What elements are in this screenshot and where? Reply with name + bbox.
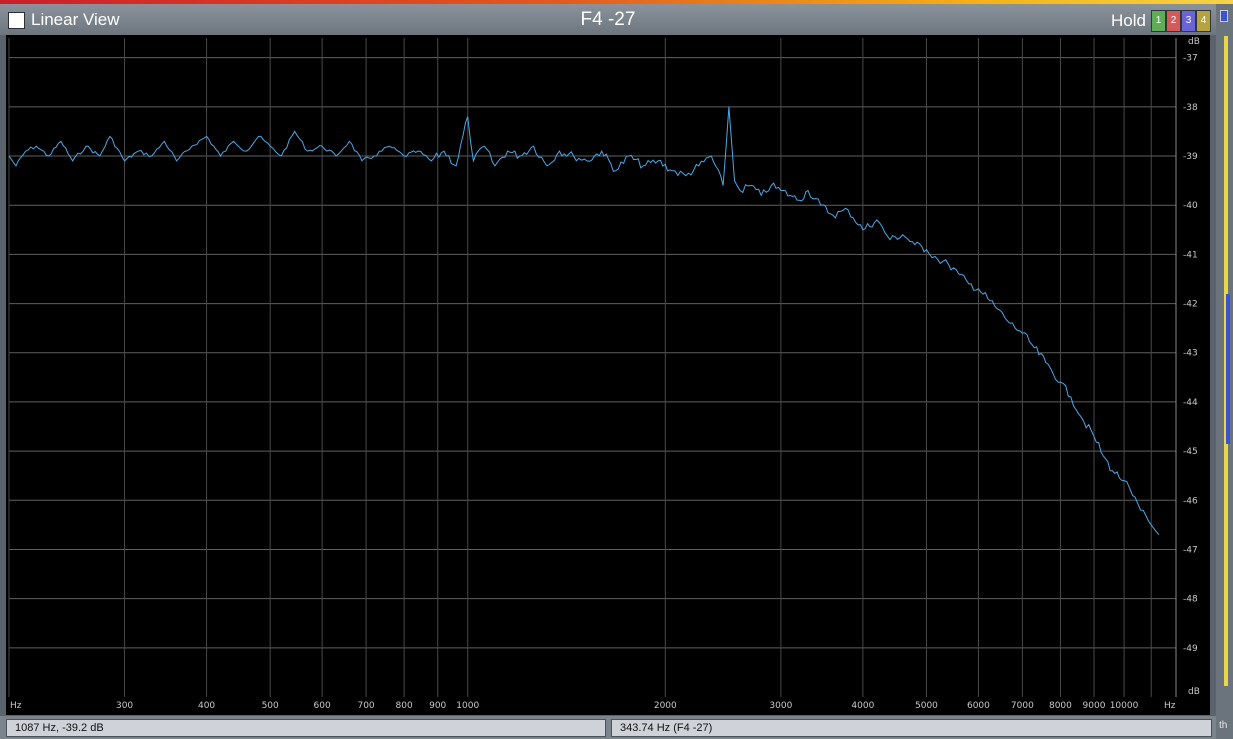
- x-tick-label: 900: [429, 701, 446, 711]
- status-fragment: th: [1219, 720, 1228, 731]
- y-tick-label: -39: [1183, 152, 1198, 162]
- y-tick-label: -45: [1183, 447, 1198, 457]
- header-bar: Linear View F4 -27 Hold 1 2 3 4: [0, 4, 1216, 35]
- y-tick-label: -47: [1183, 545, 1198, 555]
- y-tick-label: -48: [1183, 595, 1198, 605]
- x-tick-label: 9000: [1083, 701, 1106, 711]
- y-tick-label: -37: [1183, 54, 1198, 64]
- x-tick-label: 600: [314, 701, 331, 711]
- right-side-panel: [1216, 4, 1233, 739]
- x-tick-label: 5000: [915, 701, 938, 711]
- y-tick-label: -46: [1183, 496, 1198, 506]
- x-tick-label: 8000: [1049, 701, 1072, 711]
- y-tick-label: -43: [1183, 349, 1198, 359]
- hold-button-4[interactable]: 4: [1196, 10, 1211, 32]
- x-unit-left: Hz: [10, 701, 22, 711]
- x-tick-label: 2000: [654, 701, 677, 711]
- x-tick-label: 6000: [967, 701, 990, 711]
- status-bar: 1087 Hz, -39.2 dB 343.74 Hz (F4 -27): [0, 716, 1216, 739]
- x-tick-label: 500: [262, 701, 279, 711]
- y-tick-label: -38: [1183, 103, 1198, 113]
- level-meter-highlight: [1226, 294, 1230, 444]
- right-panel-marker: [1220, 10, 1228, 22]
- spectrum-line: [8, 106, 1160, 536]
- hold-button-3[interactable]: 3: [1181, 10, 1196, 32]
- x-tick-label: 1000: [456, 701, 479, 711]
- y-tick-label: -44: [1183, 398, 1198, 408]
- x-tick-label: 300: [116, 701, 133, 711]
- peak-readout: 343.74 Hz (F4 -27): [611, 719, 1212, 737]
- x-tick-label: 3000: [769, 701, 792, 711]
- spectrum-plot-svg: -37 -38 -39 -40 -41 -42 -43 -44 -45 -46 -47 -48 -49 d…: [8, 37, 1200, 711]
- cursor-readout: 1087 Hz, -39.2 dB: [6, 719, 606, 737]
- x-tick-label: 800: [396, 701, 413, 711]
- x-tick-label: 7000: [1011, 701, 1034, 711]
- y-tick-label: -40: [1183, 201, 1198, 211]
- chart-title: F4 -27: [580, 9, 636, 30]
- y-tick-label: -42: [1183, 300, 1198, 310]
- x-tick-label: 4000: [851, 701, 874, 711]
- x-tick-label: 700: [357, 701, 374, 711]
- y-tick-label: -49: [1183, 644, 1198, 654]
- y-tick-label: -41: [1183, 250, 1198, 260]
- y-unit-bottom: dB: [1188, 687, 1200, 697]
- x-tick-label: 10000: [1110, 701, 1139, 711]
- hold-label: Hold: [1111, 11, 1146, 30]
- hold-button-2[interactable]: 2: [1166, 10, 1181, 32]
- y-unit-top: dB: [1188, 37, 1200, 47]
- x-tick-label: 400: [198, 701, 215, 711]
- x-unit-right: Hz: [1164, 701, 1176, 711]
- spectrum-plot[interactable]: -37 -38 -39 -40 -41 -42 -43 -44 -45 -46 -47 -48 -49 d…: [6, 35, 1210, 715]
- hold-button-1[interactable]: 1: [1151, 10, 1166, 32]
